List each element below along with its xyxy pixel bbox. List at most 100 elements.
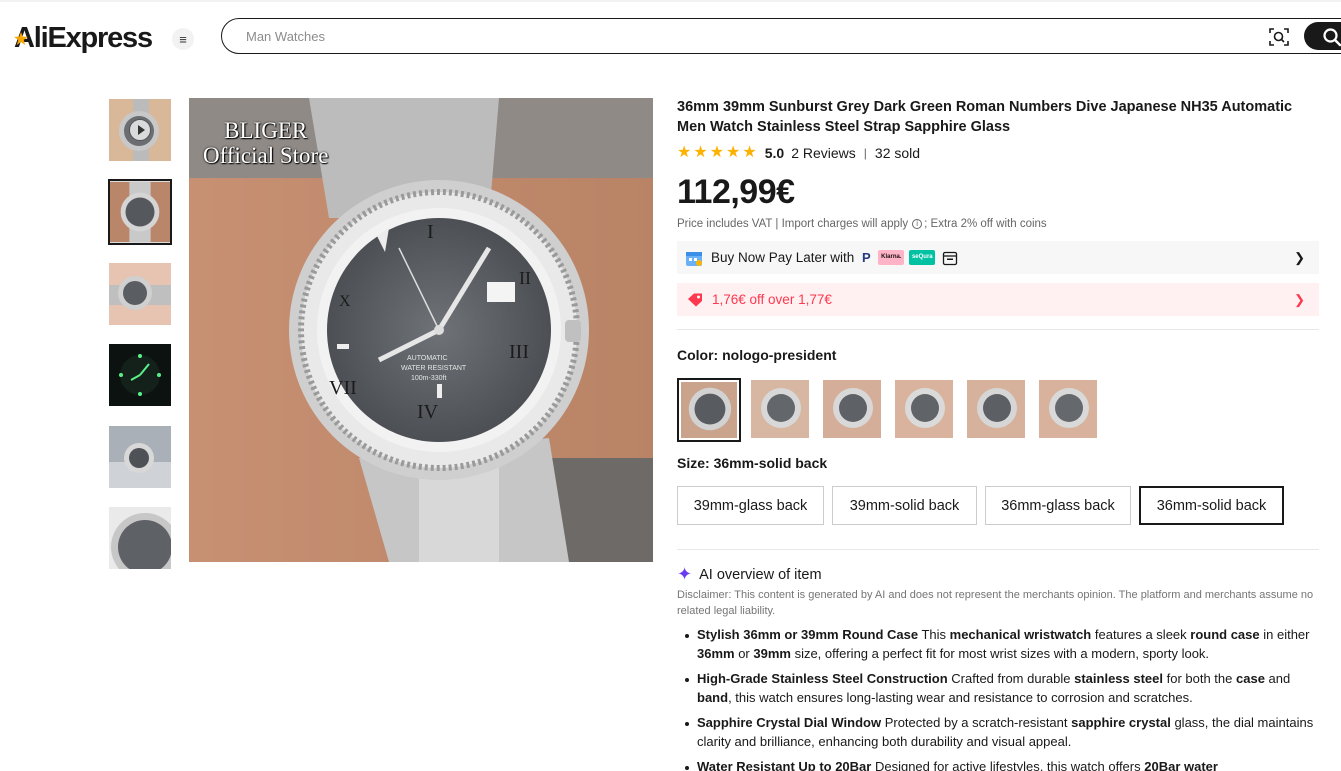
feature-keyword: stainless steel [1074, 671, 1163, 686]
feature-text: and [1264, 671, 1291, 686]
color-swatch[interactable] [751, 380, 809, 438]
feature-keyword: 39mm [753, 645, 791, 661]
svg-text:AUTOMATIC: AUTOMATIC [407, 355, 448, 362]
watermark-line-2: Official Store [203, 143, 329, 168]
ai-overview-heading: ✦ AI overview of item [677, 564, 822, 585]
ai-feature-list: Stylish 36mm or 39mm Round Case This mec… [677, 626, 1319, 771]
svg-text:WATER RESISTANT: WATER RESISTANT [401, 365, 467, 372]
rating-value: 5.0 [764, 145, 785, 161]
main-product-image[interactable]: I II III IV VII X AUTOMATIC WATER RESIST… [189, 98, 653, 562]
feature-item: Stylish 36mm or 39mm Round Case This mec… [677, 626, 1319, 663]
chevron-right-icon: ❯ [1294, 250, 1305, 265]
divider [677, 329, 1319, 330]
coupon-banner[interactable]: 1,76€ off over 1,77€ ❯ [677, 283, 1319, 316]
feature-title: Stylish 36mm or 39mm Round Case [697, 627, 919, 642]
thumbnail-side[interactable] [109, 426, 171, 488]
swatch-image [823, 380, 881, 438]
watch-thumbnail-image [109, 263, 171, 325]
top-border [0, 0, 1341, 2]
calendar-outline-icon [943, 251, 958, 265]
watch-thumbnail-image [110, 182, 170, 242]
camera-search-icon[interactable] [1268, 26, 1290, 48]
product-price: 112,99€ [677, 173, 795, 211]
thumbnail-closeup[interactable] [109, 507, 171, 569]
thumbnail-video[interactable] [109, 99, 171, 161]
vat-text: Price includes VAT | Import charges will… [677, 218, 909, 230]
swatch-image [895, 380, 953, 438]
search-icon [1323, 28, 1341, 47]
menu-icon[interactable]: ≡ [172, 28, 194, 50]
feature-text: This [918, 627, 950, 642]
bnpl-text: Buy Now Pay Later with [711, 250, 855, 265]
feature-item: High-Grade Stainless Steel Construction … [677, 670, 1319, 707]
watch-thumbnail-image [109, 344, 171, 406]
star-icon: ★ [677, 144, 692, 161]
feature-text: or [734, 645, 754, 661]
feature-keyword: 20Bar water [1144, 759, 1218, 771]
color-swatch[interactable] [823, 380, 881, 438]
calendar-icon [686, 251, 702, 266]
thumbnail-dial[interactable] [108, 179, 172, 245]
size-label: Size: 36mm-solid back [677, 455, 828, 471]
bnpl-banner[interactable]: Buy Now Pay Later with P Klarna. seQura … [677, 241, 1319, 274]
coupon-text: 1,76€ off over 1,77€ [712, 292, 832, 307]
thumbnail-wrist[interactable] [109, 263, 171, 325]
logo-wordmark: AliExpress [14, 21, 153, 54]
feature-text: features a sleek [1091, 627, 1191, 642]
search-input[interactable] [246, 26, 1146, 46]
sparkle-icon: ✦ [677, 564, 693, 584]
aliexpress-logo[interactable]: AliExpress [14, 18, 153, 58]
sequra-icon: seQura [909, 250, 936, 265]
star-rating: ★ ★ ★ ★ ★ [677, 145, 757, 161]
size-option-36mm-glass[interactable]: 36mm-glass back [985, 486, 1131, 525]
feature-text: in either [1259, 627, 1310, 642]
watch-thumbnail-image [109, 426, 171, 488]
info-icon[interactable]: i [912, 219, 923, 229]
watch-thumbnail-image [109, 507, 171, 569]
vat-notice: Price includes VAT | Import charges will… [677, 217, 1319, 231]
color-swatch[interactable] [677, 378, 741, 442]
swatch-image [967, 380, 1025, 438]
play-icon [129, 119, 151, 141]
product-title: 36mm 39mm Sunburst Grey Dark Green Roman… [677, 99, 1293, 135]
tag-icon [688, 293, 702, 306]
search-bar [221, 18, 1341, 54]
color-label: Color: nologo-president [677, 347, 837, 363]
color-swatch[interactable] [1039, 380, 1097, 438]
feature-text: Protected by a scratch-resistant [881, 715, 1072, 730]
size-option-36mm-solid[interactable]: 36mm-solid back [1139, 486, 1284, 525]
svg-text:III: III [509, 341, 529, 363]
svg-text:II: II [519, 268, 531, 288]
logo-star-icon [14, 32, 28, 45]
size-option-39mm-solid[interactable]: 39mm-solid back [832, 486, 977, 525]
paypal-icon: P [861, 250, 871, 265]
color-swatch[interactable] [967, 380, 1025, 438]
feature-keyword: 36mm [697, 645, 735, 661]
ai-disclaimer: Disclaimer: This content is generated by… [677, 589, 1314, 617]
feature-text: Designed for active lifestyles, this wat… [871, 759, 1145, 771]
feature-item: Sapphire Crystal Dial Window Protected b… [677, 714, 1319, 751]
feature-keyword: round case [1190, 627, 1260, 642]
swatch-image [1039, 380, 1097, 438]
thumbnail-lume[interactable] [109, 344, 171, 406]
ai-overview-title: AI overview of item [699, 566, 822, 583]
feature-keyword: sapphire crystal [1071, 715, 1171, 730]
swatch-image [681, 382, 737, 438]
color-swatch[interactable] [895, 380, 953, 438]
feature-text: for both the [1163, 671, 1236, 686]
feature-title: High-Grade Stainless Steel Construction [697, 671, 948, 686]
svg-text:IV: IV [417, 401, 439, 423]
search-button[interactable] [1304, 22, 1341, 50]
feature-keyword: mechanical wristwatch [949, 627, 1092, 642]
star-icon: ★ [693, 144, 708, 161]
divider [677, 549, 1319, 550]
size-option-39mm-glass[interactable]: 39mm-glass back [677, 486, 824, 525]
rating-row: ★ ★ ★ ★ ★ 5.0 2 Reviews | 32 sold [677, 143, 1319, 163]
feature-text: size, offering a perfect fit for most wr… [790, 645, 1210, 661]
feature-keyword: band [697, 689, 729, 705]
star-icon: ★ [726, 144, 741, 161]
separator: | [863, 146, 867, 160]
feature-text: Crafted from durable [947, 671, 1075, 686]
store-watermark: BLIGER Official Store [203, 118, 328, 168]
reviews-link[interactable]: 2 Reviews [791, 145, 856, 161]
